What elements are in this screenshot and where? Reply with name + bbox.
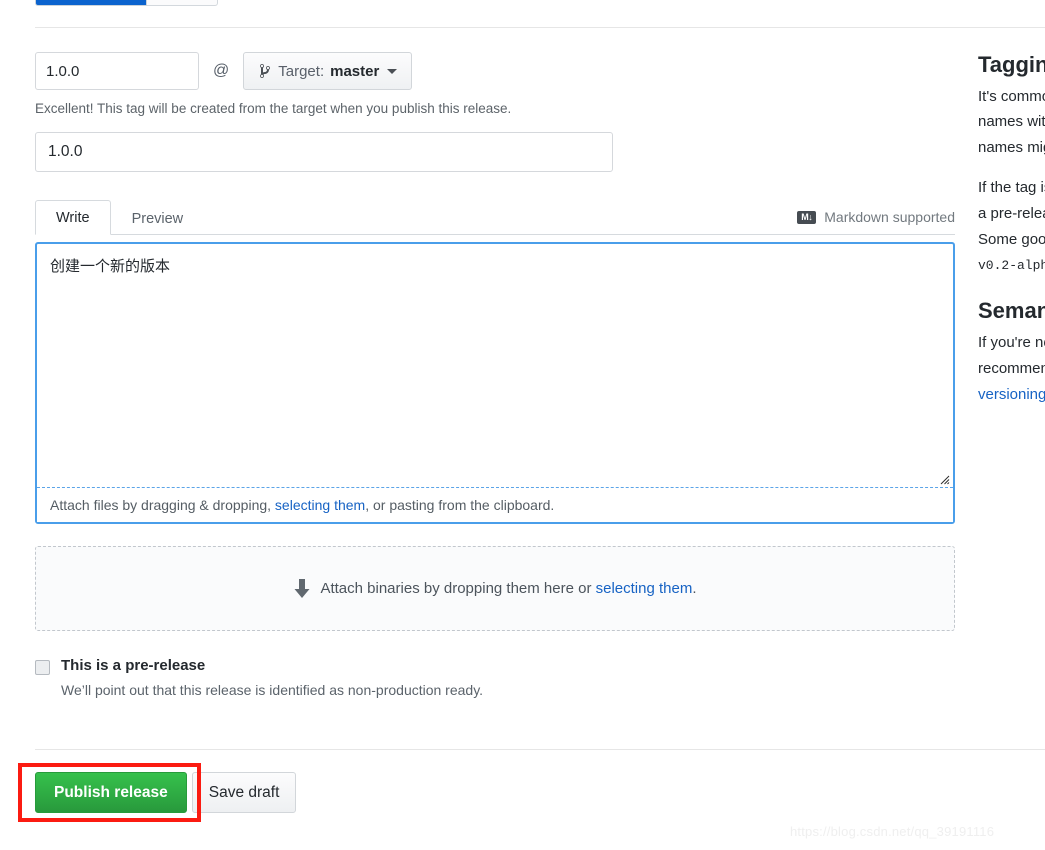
help-sidebar: Tagging suggestions It's common practice…: [978, 50, 1045, 407]
tagging-p2-code: v0.2-alpha: [978, 258, 1045, 274]
binaries-dropzone[interactable]: Attach binaries by dropping them here or…: [35, 546, 955, 631]
attach-files-hint: Attach files by dragging & dropping, sel…: [37, 487, 953, 522]
save-draft-button[interactable]: Save draft: [191, 772, 297, 813]
divider-bottom: [35, 749, 1045, 750]
at-symbol: @: [213, 62, 230, 79]
chevron-down-icon: [387, 68, 398, 74]
tagging-paragraph-1: It's common practice to prefix your vers…: [978, 84, 1045, 161]
semver-heading: Semantic versioning: [978, 298, 1045, 324]
divider-top: [35, 27, 1045, 28]
binaries-suffix: .: [692, 580, 697, 597]
target-branch-dropdown[interactable]: Target: master: [243, 52, 413, 90]
tab-write[interactable]: Write: [35, 200, 111, 235]
download-arrow-icon: [293, 578, 311, 599]
prerelease-label: This is a pre-release: [61, 657, 206, 674]
attach-files-prefix: Attach files by dragging & dropping,: [50, 497, 275, 513]
markdown-supported-note: M↓ Markdown supported: [797, 209, 955, 234]
binaries-select-link[interactable]: selecting them: [596, 580, 693, 597]
semver-paragraph: If you're new to releasing software, we …: [978, 330, 1045, 407]
tagging-heading: Tagging suggestions: [978, 52, 1045, 77]
binaries-prefix: Attach binaries by dropping them here or: [320, 580, 596, 597]
attach-files-select-link[interactable]: selecting them: [275, 497, 365, 513]
compose-box: Attach files by dragging & dropping, sel…: [35, 242, 955, 524]
description-editor: Write Preview M↓ Markdown supported Atta…: [35, 196, 955, 524]
prerelease-description: We’ll point out that this release is ide…: [61, 682, 484, 698]
tagging-paragraph-2: If the tag isn't meant for production us…: [978, 175, 1045, 278]
form-actions: Publish release Save draft: [35, 772, 297, 813]
clipped-button-secondary[interactable]: [147, 0, 218, 6]
release-description-textarea[interactable]: [37, 244, 953, 487]
prerelease-section: This is a pre-release We’ll point out th…: [35, 657, 957, 698]
target-label-prefix: Target:: [278, 62, 325, 80]
publish-release-button[interactable]: Publish release: [35, 772, 187, 813]
markdown-supported-label: Markdown supported: [824, 209, 955, 225]
tag-row: @ Target: master: [35, 52, 957, 90]
binaries-hint-text: Attach binaries by dropping them here or…: [320, 580, 696, 597]
watermark: https://blog.csdn.net/qq_39191116: [790, 824, 995, 839]
tab-preview[interactable]: Preview: [111, 201, 205, 235]
clipped-button-group[interactable]: [35, 0, 218, 6]
compose-body: [37, 244, 953, 487]
markdown-icon: M↓: [797, 210, 817, 224]
prerelease-text-block: This is a pre-release We’ll point out th…: [61, 657, 483, 698]
tagging-p1-a: It's common practice to prefix your vers…: [978, 87, 1045, 131]
tag-helper-text: Excellent! This tag will be created from…: [35, 101, 512, 116]
editor-tabbar: Write Preview M↓ Markdown supported: [35, 196, 955, 235]
git-branch-icon: [258, 63, 272, 79]
tagging-p2-a: If the tag isn't meant for production us…: [978, 179, 1045, 248]
clipped-button-primary[interactable]: [35, 0, 147, 6]
release-title-input[interactable]: [35, 132, 613, 172]
tag-version-input[interactable]: [35, 52, 199, 90]
prerelease-checkbox[interactable]: [35, 660, 50, 675]
target-branch-name: master: [330, 62, 380, 80]
semver-p-a: If you're new to releasing software, we …: [978, 333, 1045, 377]
release-form: @ Target: master Excellent! This tag wil…: [35, 52, 957, 698]
attach-files-suffix: , or pasting from the clipboard.: [365, 497, 555, 513]
